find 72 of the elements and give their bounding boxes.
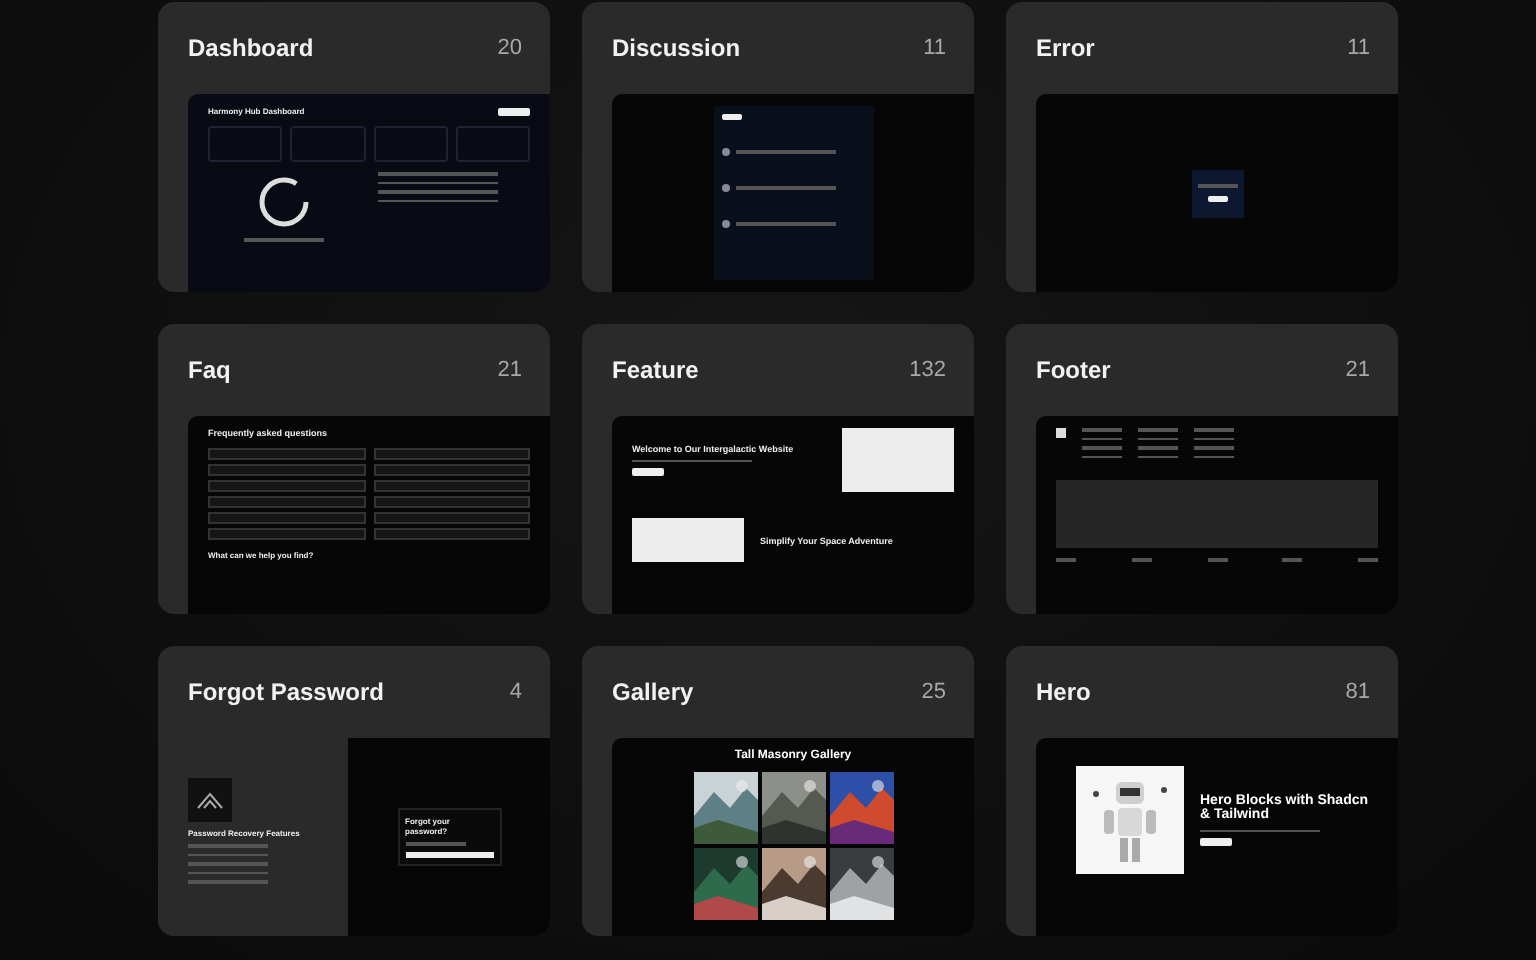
placeholder-line: [1131, 558, 1152, 561]
placeholder-line: [1207, 558, 1227, 561]
placeholder-line: [1194, 437, 1234, 440]
preview-button: [1207, 195, 1227, 202]
placeholder-line: [735, 222, 835, 226]
placeholder-line: [377, 190, 497, 193]
item-count: 11: [1347, 36, 1370, 60]
placeholder-line: [1194, 428, 1234, 431]
placeholder-line: [188, 880, 268, 883]
placeholder-line: [1138, 437, 1178, 440]
item-count: 11: [923, 36, 946, 60]
placeholder-line: [735, 186, 835, 190]
placeholder-line: [405, 842, 465, 846]
avatar-icon: [721, 148, 729, 156]
logo-icon: [188, 778, 232, 822]
placeholder-line: [188, 871, 268, 874]
placeholder-line: [1082, 437, 1122, 440]
placeholder-line: [1138, 428, 1178, 431]
placeholder-line: [1138, 446, 1178, 449]
card-title: Footer: [1036, 356, 1111, 384]
placeholder-line: [632, 459, 752, 463]
placeholder-line: [1358, 558, 1378, 561]
placeholder-line: [1082, 455, 1122, 458]
card-background[interactable]: Footer 21: [1006, 324, 1398, 614]
placeholder-line: [1282, 558, 1303, 561]
placeholder-line: [1200, 829, 1320, 833]
card-title: Hero: [1036, 678, 1091, 706]
logo-icon: [1056, 428, 1066, 438]
stat-tile: [290, 126, 365, 162]
card-title: Dashboard: [188, 34, 314, 62]
placeholder-line: [1194, 446, 1234, 449]
placeholder-line: [1197, 184, 1237, 188]
stat-tile: [455, 126, 530, 162]
placeholder-line: [1138, 455, 1178, 458]
card-title: Faq: [188, 356, 231, 384]
avatar-icon: [721, 220, 729, 228]
card-title: Forgot Password: [188, 678, 385, 706]
item-count: 21: [497, 358, 522, 382]
placeholder-line: [1082, 446, 1122, 449]
preview-button: [632, 468, 664, 477]
item-count: 81: [1345, 680, 1370, 704]
card-title: Error: [1036, 34, 1095, 62]
placeholder-line: [735, 150, 835, 154]
placeholder-line: [188, 862, 268, 865]
placeholder-line: [1056, 558, 1076, 561]
image-placeholder: [842, 428, 954, 492]
placeholder-line: [377, 199, 497, 202]
image-placeholder: [632, 518, 744, 562]
card-background[interactable]: Error 11: [1006, 2, 1398, 292]
card-background[interactable]: Discussion 11: [582, 2, 974, 292]
placeholder-line: [377, 181, 497, 184]
stat-tile: [373, 126, 448, 162]
avatar-icon: [721, 184, 729, 192]
preview-button: [405, 851, 493, 858]
card-title: Discussion: [612, 34, 741, 62]
stat-tile: [208, 126, 283, 162]
placeholder-line: [188, 853, 268, 856]
placeholder-line: [244, 238, 325, 241]
preview-button: [721, 114, 741, 120]
card-title: Feature: [612, 356, 699, 384]
item-count: 25: [921, 680, 946, 704]
card-title: Gallery: [612, 678, 694, 706]
placeholder-line: [188, 844, 268, 847]
item-count: 132: [909, 358, 946, 382]
preview-button: [1200, 838, 1232, 847]
placeholder-line: [1194, 455, 1234, 458]
item-count: 21: [1345, 358, 1370, 382]
item-count: 4: [509, 680, 522, 704]
preview-button: [498, 107, 530, 115]
placeholder-line: [377, 172, 497, 175]
placeholder-line: [1082, 428, 1122, 431]
item-count: 20: [497, 36, 522, 60]
